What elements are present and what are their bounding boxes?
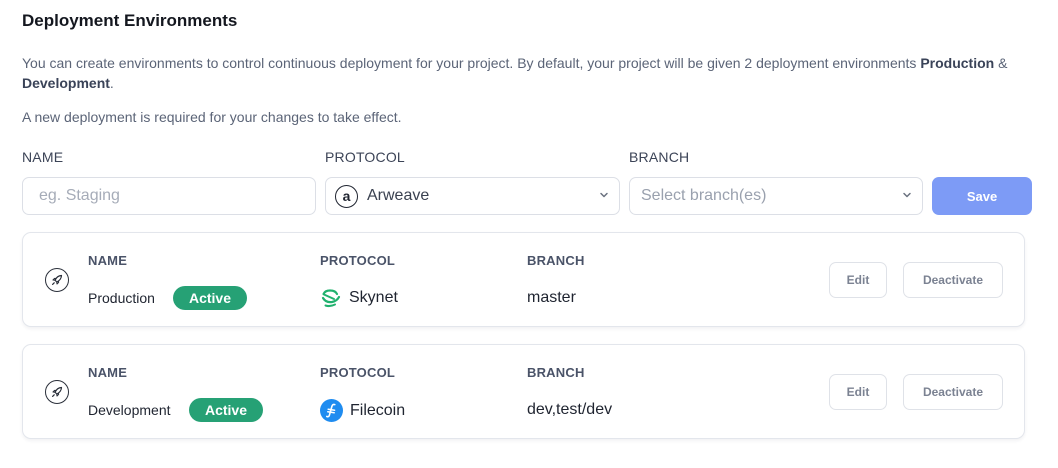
name-field-label: NAME	[22, 149, 64, 165]
branch-value: dev,test/dev	[527, 401, 613, 418]
branch-column-header: BRANCH	[527, 365, 585, 380]
branch-column-header: BRANCH	[527, 253, 585, 268]
description-amp: &	[994, 55, 1008, 71]
protocol-name: Filecoin	[350, 401, 406, 419]
rocket-icon	[45, 268, 69, 292]
protocol-cell: Skynet	[320, 287, 398, 309]
description-env-production: Production	[920, 55, 995, 71]
protocol-cell: Filecoin	[320, 399, 405, 422]
protocol-column-header: PROTOCOL	[320, 365, 396, 380]
branch-field-label: BRANCH	[629, 149, 690, 165]
protocol-column-header: PROTOCOL	[320, 253, 396, 268]
edit-button[interactable]: Edit	[829, 262, 887, 298]
protocol-select[interactable]: a Arweave	[325, 177, 620, 215]
protocol-field-label: PROTOCOL	[325, 149, 405, 165]
environment-card: NAME PROTOCOL BRANCH Production Active S…	[22, 232, 1025, 327]
status-badge: Active	[173, 286, 247, 310]
protocol-select-value: Arweave	[367, 187, 430, 204]
environment-name-input[interactable]	[22, 177, 316, 215]
branch-select-placeholder: Select branch(es)	[641, 187, 767, 204]
chevron-down-icon	[903, 192, 911, 198]
save-button[interactable]: Save	[932, 177, 1032, 215]
environment-name: Production	[88, 290, 155, 306]
deployment-note: A new deployment is required for your ch…	[22, 109, 402, 125]
description-suffix: .	[109, 75, 114, 91]
name-column-header: NAME	[88, 365, 128, 380]
edit-button[interactable]: Edit	[829, 374, 887, 410]
deactivate-button[interactable]: Deactivate	[903, 374, 1003, 410]
chevron-down-icon	[600, 192, 608, 198]
description: You can create environments to control c…	[22, 53, 1022, 93]
protocol-name: Skynet	[349, 289, 398, 306]
branch-value: master	[527, 289, 576, 306]
description-text: You can create environments to control c…	[22, 55, 921, 71]
environment-card: NAME PROTOCOL BRANCH Development Active …	[22, 344, 1025, 439]
skynet-icon	[321, 289, 341, 308]
rocket-icon	[45, 380, 69, 404]
filecoin-icon	[320, 399, 343, 422]
arweave-icon: a	[335, 184, 358, 208]
status-badge: Active	[189, 398, 263, 422]
branch-select[interactable]: Select branch(es)	[629, 177, 923, 215]
deactivate-button[interactable]: Deactivate	[903, 262, 1003, 298]
environment-name: Development	[88, 402, 171, 418]
page-title: Deployment Environments	[22, 11, 238, 30]
description-env-development: Development	[22, 75, 110, 91]
name-column-header: NAME	[88, 253, 128, 268]
